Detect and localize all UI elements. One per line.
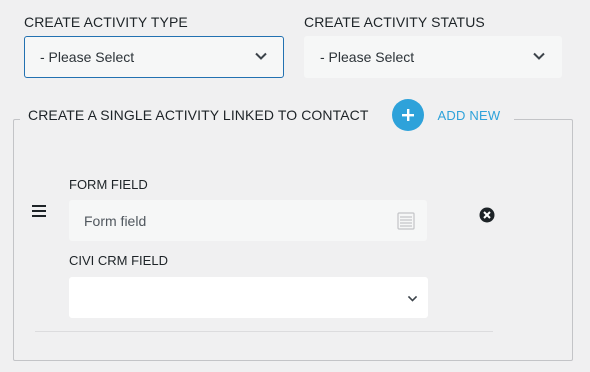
crm-field-label: CIVI CRM FIELD	[69, 253, 168, 268]
activity-status-select[interactable]: - Please Select	[304, 36, 562, 78]
activity-type-value: - Please Select	[40, 49, 135, 65]
add-new-button[interactable]	[391, 99, 424, 131]
form-field-value: Form field	[84, 212, 147, 229]
linked-activity-legend: CREATE A SINGLE ACTIVITY LINKED TO CONTA…	[20, 99, 515, 131]
drag-handle-icon[interactable]	[32, 205, 46, 217]
add-new-link[interactable]: ADD NEW	[438, 108, 501, 123]
remove-circle-icon[interactable]	[479, 207, 495, 223]
form-field-label: FORM FIELD	[69, 177, 148, 192]
activity-status-label: CREATE ACTIVITY STATUS	[304, 14, 485, 30]
crm-field-select[interactable]	[69, 277, 428, 318]
activity-type-select[interactable]: - Please Select	[24, 36, 284, 78]
legend-title: CREATE A SINGLE ACTIVITY LINKED TO CONTA…	[28, 107, 369, 123]
activity-type-label: CREATE ACTIVITY TYPE	[24, 14, 188, 30]
chevron-down-icon	[407, 295, 418, 302]
chevron-down-icon	[533, 52, 545, 60]
plus-icon	[401, 109, 414, 121]
list-icon[interactable]	[397, 211, 415, 230]
chevron-down-icon	[255, 52, 267, 60]
activity-settings-panel: CREATE ACTIVITY TYPE - Please Select CRE…	[0, 0, 590, 372]
form-field-input[interactable]: Form field	[69, 200, 427, 241]
activity-status-value: - Please Select	[320, 49, 415, 65]
row-divider	[35, 331, 493, 332]
